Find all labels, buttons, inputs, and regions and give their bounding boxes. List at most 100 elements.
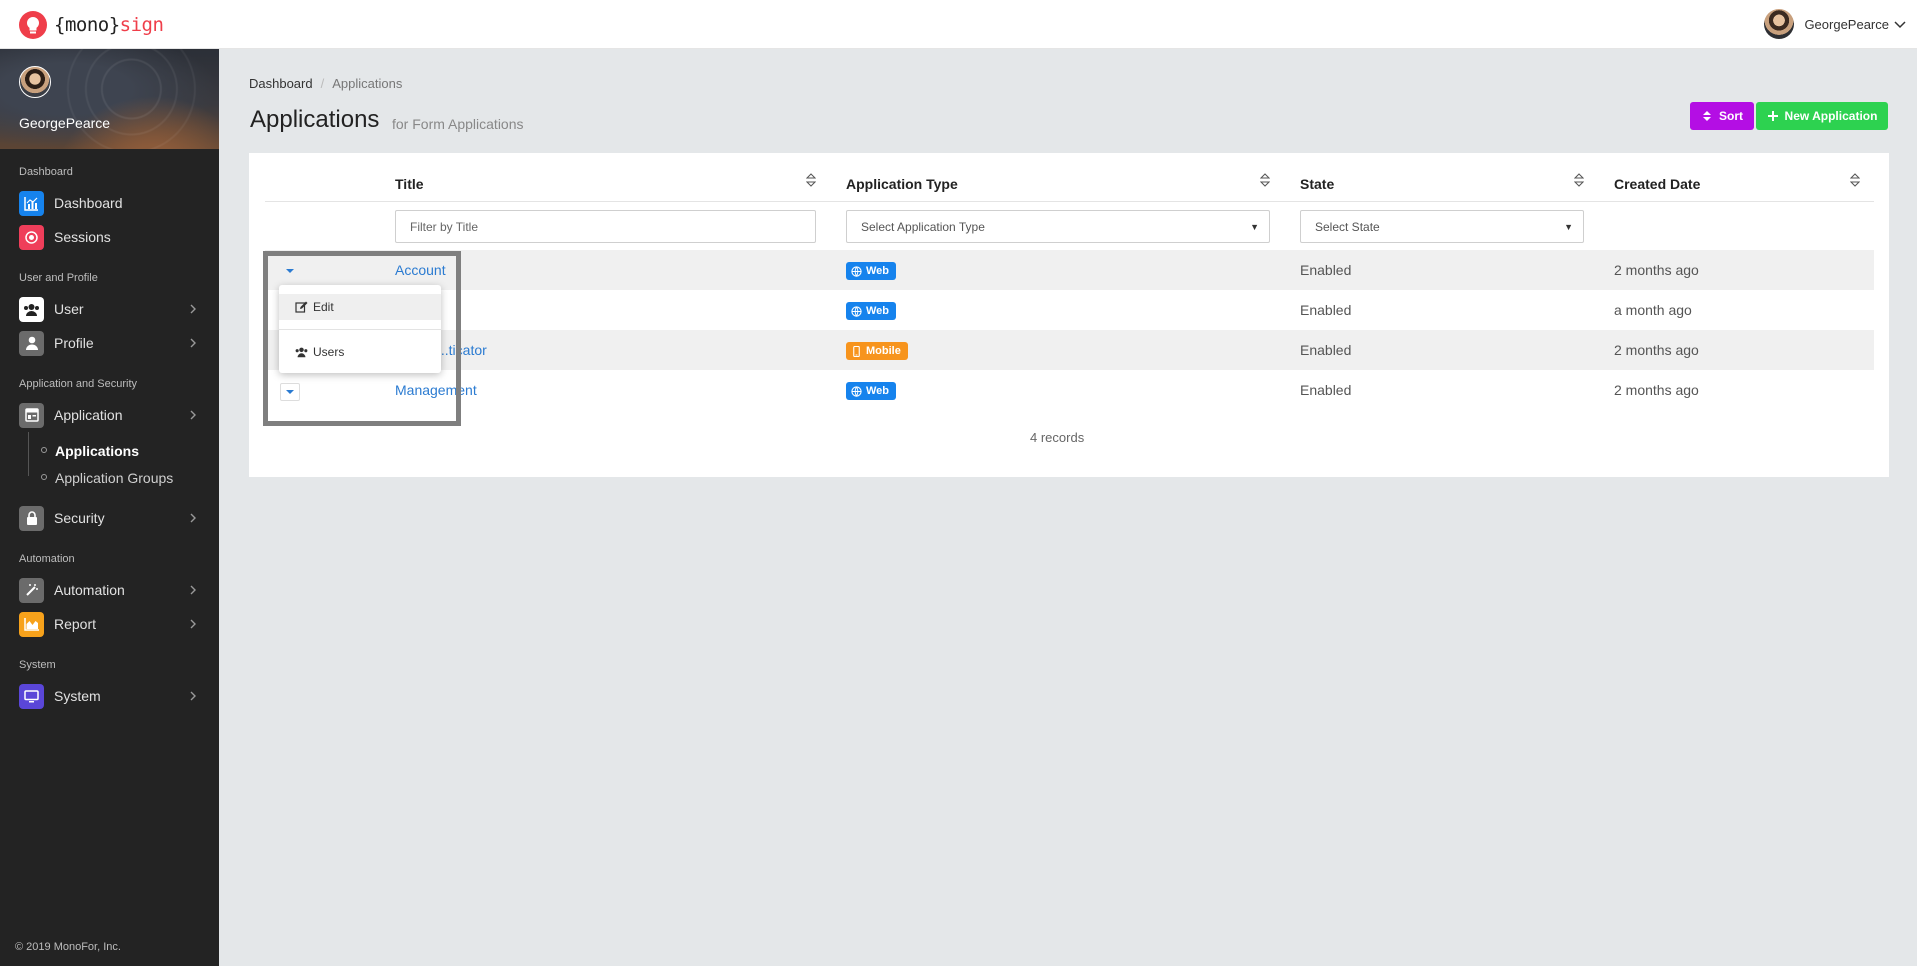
dropdown-users-item[interactable]: Users (279, 339, 441, 365)
sidebar-label-dashboard: Dashboard (54, 195, 123, 211)
page-subtitle: for Form Applications (392, 116, 524, 132)
sidebar-avatar[interactable] (19, 66, 51, 98)
top-bar: {mono}sign GeorgePearce (0, 0, 1917, 49)
sidebar-item-report[interactable]: Report (19, 611, 199, 637)
monitor-icon (19, 683, 44, 709)
state-cell: Enabled (1300, 342, 1352, 358)
type-badge: Web (846, 382, 897, 400)
sort-toggle-icon[interactable] (1850, 173, 1860, 187)
column-header-title[interactable]: Title (395, 176, 424, 192)
chevron-down-icon (1894, 21, 1906, 29)
submenu-tree-line (28, 432, 29, 476)
avatar (1764, 9, 1795, 39)
submenu-bullet (41, 474, 47, 480)
chevron-right-icon (190, 513, 196, 523)
created-date-cell: 2 months ago (1614, 382, 1699, 398)
sidebar-item-sessions[interactable]: Sessions (19, 224, 199, 250)
sidebar-item-security[interactable]: Security (19, 505, 199, 531)
column-header-created-date[interactable]: Created Date (1614, 176, 1700, 192)
new-application-button[interactable]: New Application (1756, 102, 1888, 130)
logo[interactable]: {mono}sign (18, 10, 164, 40)
state-cell: Enabled (1300, 382, 1352, 398)
sidebar-item-profile[interactable]: Profile (19, 330, 199, 356)
sidebar-label-profile: Profile (54, 335, 94, 351)
lock-icon (19, 505, 44, 531)
caret-down-icon: ▼ (1564, 222, 1573, 232)
sort-icon (1703, 111, 1711, 121)
area-chart-icon (19, 611, 44, 637)
created-date-cell: 2 months ago (1614, 342, 1699, 358)
sidebar-item-application-groups[interactable]: Application Groups (55, 470, 173, 486)
lightbulb-logo-icon (19, 11, 47, 39)
sidebar-profile-header: GeorgePearce (0, 49, 219, 149)
sidebar-label-security: Security (54, 510, 105, 526)
sort-toggle-icon[interactable] (1574, 173, 1584, 187)
person-icon (19, 330, 44, 356)
window-icon (19, 402, 44, 428)
sidebar-label-user: User (54, 301, 84, 317)
state-cell: Enabled (1300, 302, 1352, 318)
state-cell: Enabled (1300, 262, 1352, 278)
chevron-right-icon (190, 619, 196, 629)
sidebar-label-report: Report (54, 616, 97, 632)
chevron-right-icon (190, 338, 196, 348)
mobile-phone-icon (853, 345, 860, 357)
sidebar-item-applications[interactable]: Applications (55, 443, 139, 459)
breadcrumb-dashboard-link[interactable]: Dashboard (249, 76, 313, 91)
created-date-cell: a month ago (1614, 302, 1692, 318)
copyright-footer: © 2019 MonoFor, Inc. (15, 941, 121, 953)
page-title: Applications (250, 106, 380, 133)
record-icon (19, 224, 44, 250)
chevron-right-icon (190, 410, 196, 420)
globe-icon (851, 265, 862, 277)
logo-text: {mono}sign (54, 14, 164, 36)
sort-toggle-icon[interactable] (806, 173, 816, 187)
section-user-profile: User and Profile (19, 272, 98, 284)
submenu-bullet (41, 447, 47, 453)
dashboard-chart-icon (19, 190, 44, 216)
top-username: GeorgePearce (1804, 16, 1889, 32)
globe-icon (851, 385, 862, 397)
sidebar-item-application[interactable]: Application (19, 402, 199, 428)
sidebar-label-sessions: Sessions (54, 229, 111, 245)
created-date-cell: 2 months ago (1614, 262, 1699, 278)
edit-icon (295, 301, 308, 313)
records-count: 4 records (1030, 430, 1085, 445)
column-header-application-type[interactable]: Application Type (846, 176, 958, 192)
section-application-security: Application and Security (19, 378, 138, 390)
column-header-state[interactable]: State (1300, 176, 1334, 192)
user-menu[interactable]: GeorgePearce (1764, 8, 1907, 40)
section-dashboard: Dashboard (19, 166, 73, 178)
sidebar-item-automation[interactable]: Automation (19, 577, 199, 603)
sidebar-item-system[interactable]: System (19, 683, 199, 709)
sidebar-item-dashboard[interactable]: Dashboard (19, 190, 199, 216)
users-icon (295, 347, 308, 358)
globe-icon (851, 305, 862, 317)
sidebar-label-automation: Automation (54, 582, 125, 598)
sidebar-label-system: System (54, 688, 101, 704)
section-automation: Automation (19, 553, 75, 565)
chevron-right-icon (190, 304, 196, 314)
sidebar-username: GeorgePearce (19, 115, 111, 131)
title-filter-input[interactable] (395, 210, 816, 243)
application-type-select[interactable]: Select Application Type ▼ (846, 210, 1270, 243)
users-icon (19, 296, 44, 322)
chevron-right-icon (190, 585, 196, 595)
type-badge: Mobile (846, 342, 908, 360)
type-badge: Web (846, 262, 897, 280)
caret-down-icon: ▼ (1250, 222, 1259, 232)
breadcrumb-current: Applications (332, 76, 403, 91)
section-system: System (19, 659, 56, 671)
magic-wand-icon (19, 577, 44, 603)
chevron-right-icon (190, 691, 196, 701)
sort-toggle-icon[interactable] (1260, 173, 1270, 187)
sort-button[interactable]: Sort (1690, 102, 1754, 130)
row-actions-dropdown: Edit Users (279, 285, 441, 373)
sidebar-label-application: Application (54, 407, 123, 423)
state-select[interactable]: Select State ▼ (1300, 210, 1584, 243)
sidebar-item-user[interactable]: User (19, 296, 199, 322)
breadcrumb: Dashboard / Applications (249, 76, 403, 91)
type-badge: Web (846, 302, 897, 320)
dropdown-edit-item[interactable]: Edit (279, 294, 441, 320)
plus-icon (1767, 111, 1778, 121)
